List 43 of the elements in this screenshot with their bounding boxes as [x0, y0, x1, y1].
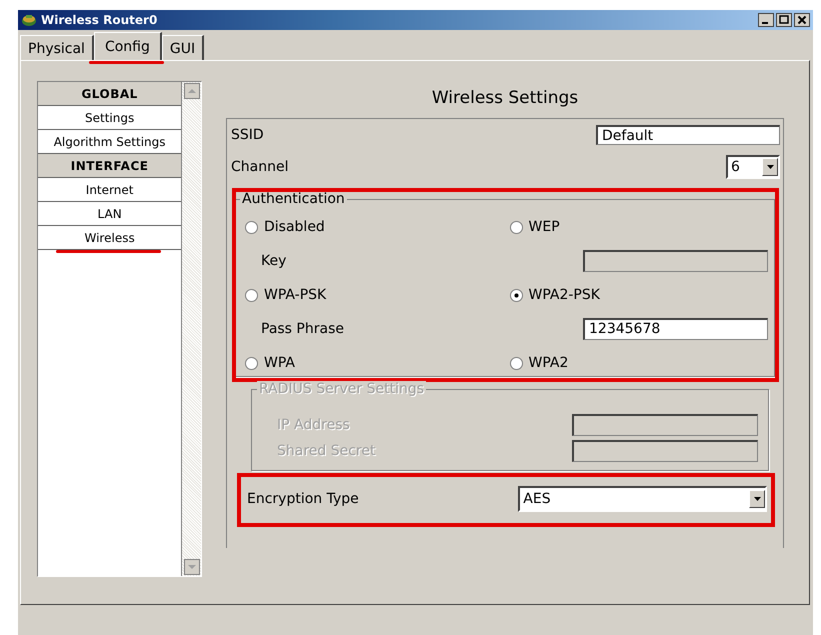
dropdown-button[interactable]	[749, 490, 765, 508]
encryption-dropdown[interactable]: AES	[518, 486, 767, 512]
scroll-up-button[interactable]	[184, 83, 200, 99]
sidebar-header: INTERFACE	[38, 154, 182, 178]
window-title: Wireless Router0	[41, 13, 158, 27]
option-label: WPA	[264, 355, 295, 371]
radio-button[interactable]	[245, 288, 258, 302]
minimize-button[interactable]	[758, 13, 774, 27]
scroll-down-button[interactable]	[184, 559, 200, 575]
sidebar-header: GLOBAL	[38, 82, 182, 106]
radio-button[interactable]	[245, 220, 258, 234]
radio-button[interactable]	[510, 220, 522, 234]
channel-dropdown[interactable]: 6	[726, 155, 780, 179]
sidebar-item[interactable]: LAN	[38, 202, 182, 226]
caret-icon	[754, 497, 760, 501]
input-field[interactable]: Default	[596, 125, 780, 145]
radio-button[interactable]	[245, 356, 258, 370]
field-label: Channel	[231, 159, 288, 175]
caret-icon	[766, 165, 774, 169]
tab[interactable]: GUI	[162, 35, 204, 60]
sidebar-item[interactable]: Internet	[38, 178, 182, 202]
input-field[interactable]: 12345678	[583, 318, 768, 340]
input-field[interactable]	[572, 414, 758, 436]
tab[interactable]: Physical	[20, 35, 94, 60]
option-label: WPA2	[528, 355, 568, 371]
field-label: Pass Phrase	[261, 321, 344, 337]
option-label: WPA-PSK	[264, 287, 326, 303]
panel-title: Wireless Settings	[226, 81, 784, 119]
option-label: Disabled	[264, 219, 325, 235]
input-field[interactable]	[572, 440, 758, 462]
sidebar-item[interactable]: Settings	[38, 106, 182, 130]
close-button[interactable]	[794, 13, 810, 27]
sidebar-item[interactable]: Wireless	[38, 226, 182, 250]
field-label: SSID	[231, 127, 264, 143]
router-icon	[21, 13, 37, 27]
field-label: Encryption Type	[247, 491, 360, 507]
option-label: WPA2-PSK	[528, 287, 600, 303]
option-label: WEP	[528, 219, 560, 235]
radio-button[interactable]	[510, 288, 522, 302]
field-label: Key	[261, 253, 286, 269]
dropdown-button[interactable]	[762, 158, 778, 176]
radio-button[interactable]	[510, 356, 522, 370]
maximize-button[interactable]	[776, 13, 792, 27]
